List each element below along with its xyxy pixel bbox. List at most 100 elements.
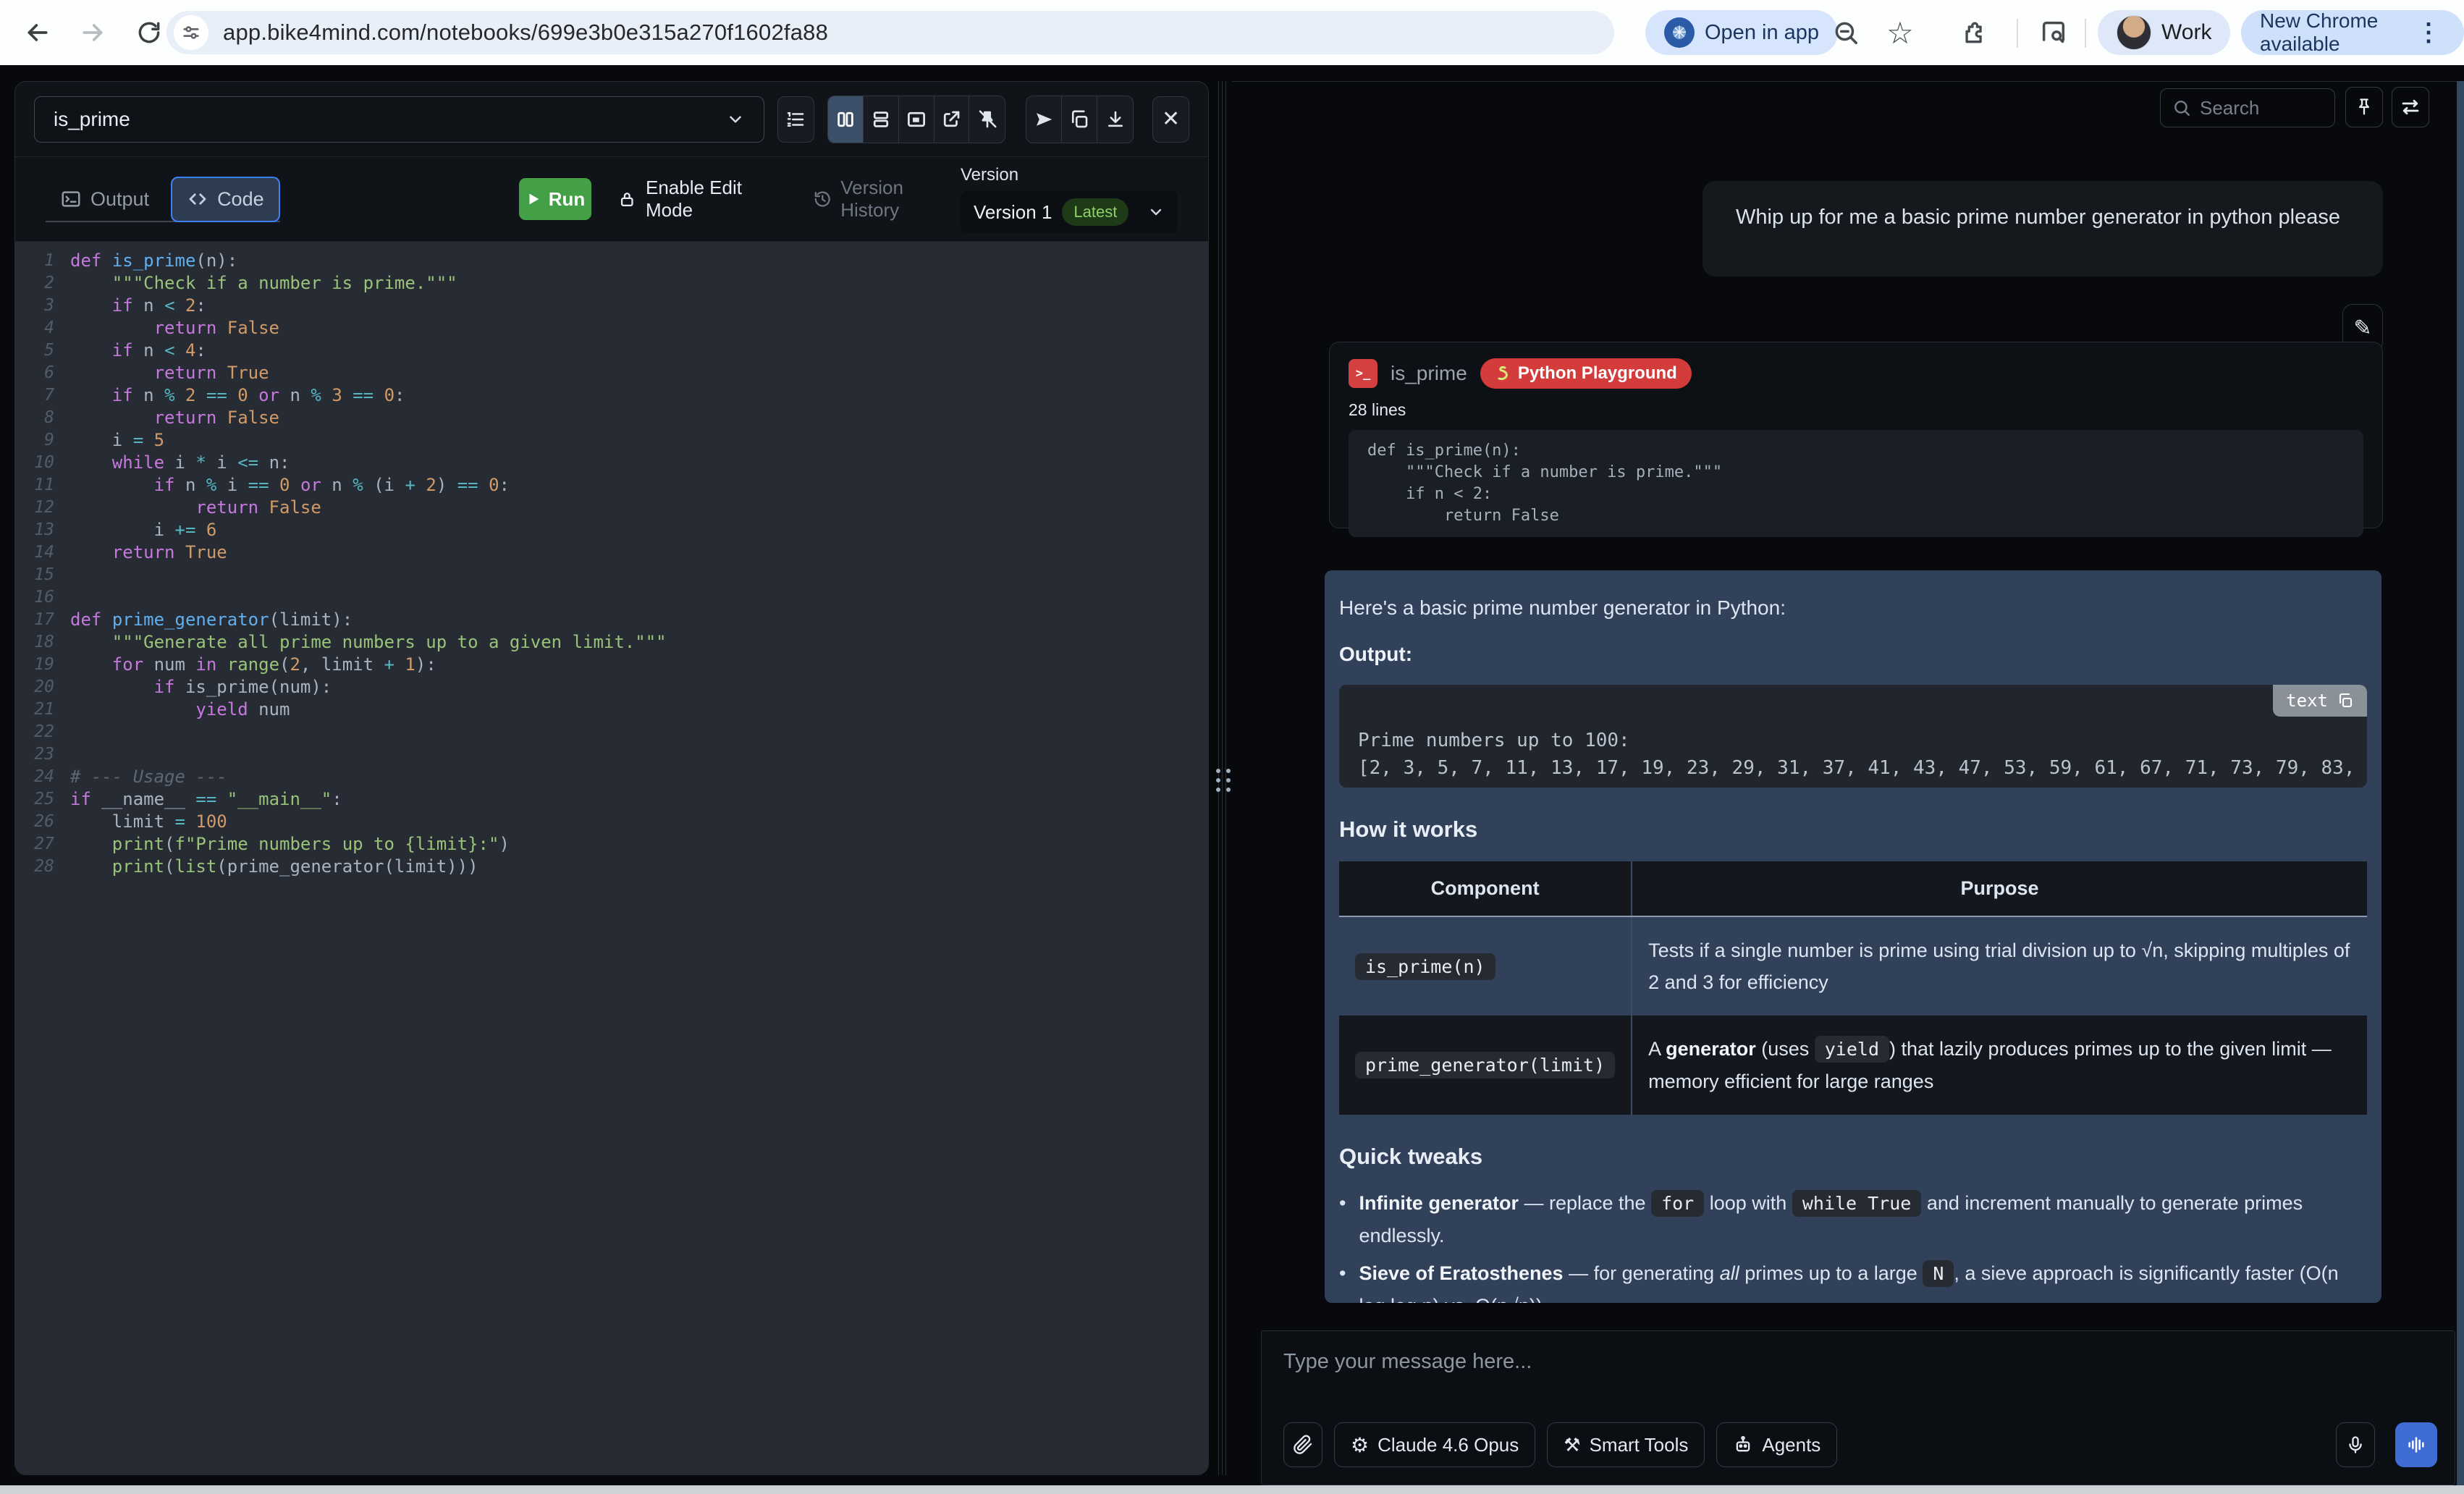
attach-button[interactable] [1283,1422,1322,1467]
notebook-file-card[interactable]: >_ is_prime Python Playground 28 lines d… [1329,342,2383,528]
terminal-icon: >_ [1349,359,1377,388]
response-intro: Here's a basic prime number generator in… [1339,596,2367,620]
search-tabs-icon[interactable] [2035,14,2072,51]
share-button-group [1026,96,1134,143]
microphone-button[interactable] [2336,1422,2375,1467]
output-code-block: text Prime numbers up to 100: [2, 3, 5, … [1339,685,2367,788]
code-line: 5 if n < 4: [15,339,1208,361]
enable-edit-mode-button[interactable]: Enable Edit Mode [617,177,786,221]
run-button[interactable]: Run [519,178,592,220]
model-selector-button[interactable]: ⚙ Claude 4.6 Opus [1334,1422,1535,1467]
bookmark-star-icon[interactable]: ☆ [1882,14,1918,51]
open-external-button[interactable] [934,96,970,143]
version-select[interactable]: Version 1 Latest [961,191,1178,233]
copy-button[interactable] [1062,96,1097,143]
code-line: 2 """Check if a number is prime.""" [15,271,1208,294]
version-block: Version Version 1 Latest [961,165,1178,233]
chat-scrollbar[interactable] [2457,81,2464,1485]
unpin-button[interactable] [969,96,1005,143]
code-line: 8 return False [15,406,1208,429]
chat-search[interactable] [2160,88,2335,127]
table-row: prime_generator(limit) A generator (uses… [1339,1016,2367,1115]
column-header: Purpose [1632,861,2367,916]
python-playground-badge[interactable]: Python Playground [1480,358,1692,389]
search-input[interactable] [2200,97,2308,119]
column-header: Component [1339,861,1632,916]
numbered-list-icon [785,109,806,130]
download-button[interactable] [1097,96,1133,143]
list-item: •Infinite generator — replace the for lo… [1339,1187,2367,1252]
play-icon [526,191,541,207]
terminal-icon [60,188,82,210]
code-line: 28 print(list(prime_generator(limit))) [15,855,1208,877]
address-bar[interactable]: app.bike4mind.com/notebooks/699e3b0e315a… [166,11,1614,54]
reload-icon[interactable] [129,12,169,53]
send-button[interactable] [1026,96,1062,143]
url-text: app.bike4mind.com/notebooks/699e3b0e315a… [223,20,828,46]
panel-resize-handle[interactable] [1215,81,1231,1475]
code-language-chip[interactable]: text [2273,685,2367,717]
code-line: 22 [15,720,1208,743]
code-line: 6 return True [15,361,1208,384]
tab-code[interactable]: Code [171,177,280,222]
picture-in-picture-icon [906,109,927,130]
message-input[interactable] [1283,1350,2152,1374]
code-line: 27 print(f"Prime numbers up to {limit}:"… [15,832,1208,855]
output-label: Output: [1339,643,2367,666]
component-chip: prime_generator(limit) [1355,1052,1615,1079]
output-line: Prime numbers up to 100: [1358,727,2367,754]
site-settings-icon[interactable] [174,15,208,50]
tab-output[interactable]: Output [46,178,164,221]
window-bottom-edge [0,1485,2464,1494]
swap-panels-button[interactable] [2392,87,2429,127]
open-in-app-button[interactable]: ✳ Open in app [1645,10,1838,55]
microphone-icon [2345,1435,2366,1455]
layout-columns-button[interactable] [828,96,864,143]
agents-button[interactable]: Agents [1716,1422,1837,1467]
extensions-icon[interactable] [1954,14,1991,51]
code-line: 20 if is_prime(num): [15,675,1208,698]
notebook-file-select[interactable]: is_prime [34,96,764,143]
code-line: 16 [15,586,1208,608]
code-line: 26 limit = 100 [15,810,1208,832]
message-composer: ⚙ Claude 4.6 Opus ⚒ Smart Tools Agents [1261,1330,2455,1485]
external-link-icon [940,109,962,130]
search-icon [2172,98,2191,117]
code-editor[interactable]: 1def is_prime(n):2 """Check if a number … [15,241,1208,1474]
history-icon [813,189,832,209]
tools-icon: ⚒ [1564,1434,1580,1456]
swap-arrows-icon [2400,96,2421,118]
chat-panel-border [1232,81,2464,82]
code-line: 9 i = 5 [15,429,1208,451]
outline-list-button[interactable] [777,96,814,143]
code-line: 23 [15,743,1208,765]
file-line-count: 28 lines [1349,400,2363,420]
voice-send-button[interactable] [2395,1422,2437,1467]
pin-off-icon [976,109,998,130]
code-line: 7 if n % 2 == 0 or n % 3 == 0: [15,384,1208,406]
how-it-works-heading: How it works [1339,816,2367,843]
component-chip: is_prime(n) [1355,953,1495,980]
paperclip-icon [1293,1435,1313,1455]
back-icon[interactable] [17,12,58,53]
menu-dots-icon[interactable]: ⋮ [2410,14,2447,51]
version-history-button[interactable]: Version History [813,177,961,221]
notebook-toolbar: is_prime [15,82,1208,157]
forward-icon[interactable] [72,12,113,53]
close-notebook-button[interactable]: ✕ [1152,96,1189,143]
browser-toolbar: app.bike4mind.com/notebooks/699e3b0e315a… [0,0,2464,65]
chevron-down-icon [726,110,745,129]
robot-icon [1733,1435,1753,1455]
code-line: 4 return False [15,316,1208,339]
toolbar-divider [2085,19,2086,48]
code-line: 10 while i * i <= n: [15,451,1208,473]
picture-in-picture-button[interactable] [899,96,934,143]
smart-tools-button[interactable]: ⚒ Smart Tools [1547,1422,1705,1467]
composer-toolbar: ⚙ Claude 4.6 Opus ⚒ Smart Tools Agents [1283,1422,2437,1467]
assistant-message: Here's a basic prime number generator in… [1325,570,2381,1303]
pin-chat-button[interactable] [2345,87,2383,127]
pin-icon [2354,97,2374,117]
profile-button[interactable]: Work [2098,10,2230,55]
zoom-icon[interactable] [1828,14,1864,51]
layout-rows-button[interactable] [864,96,899,143]
